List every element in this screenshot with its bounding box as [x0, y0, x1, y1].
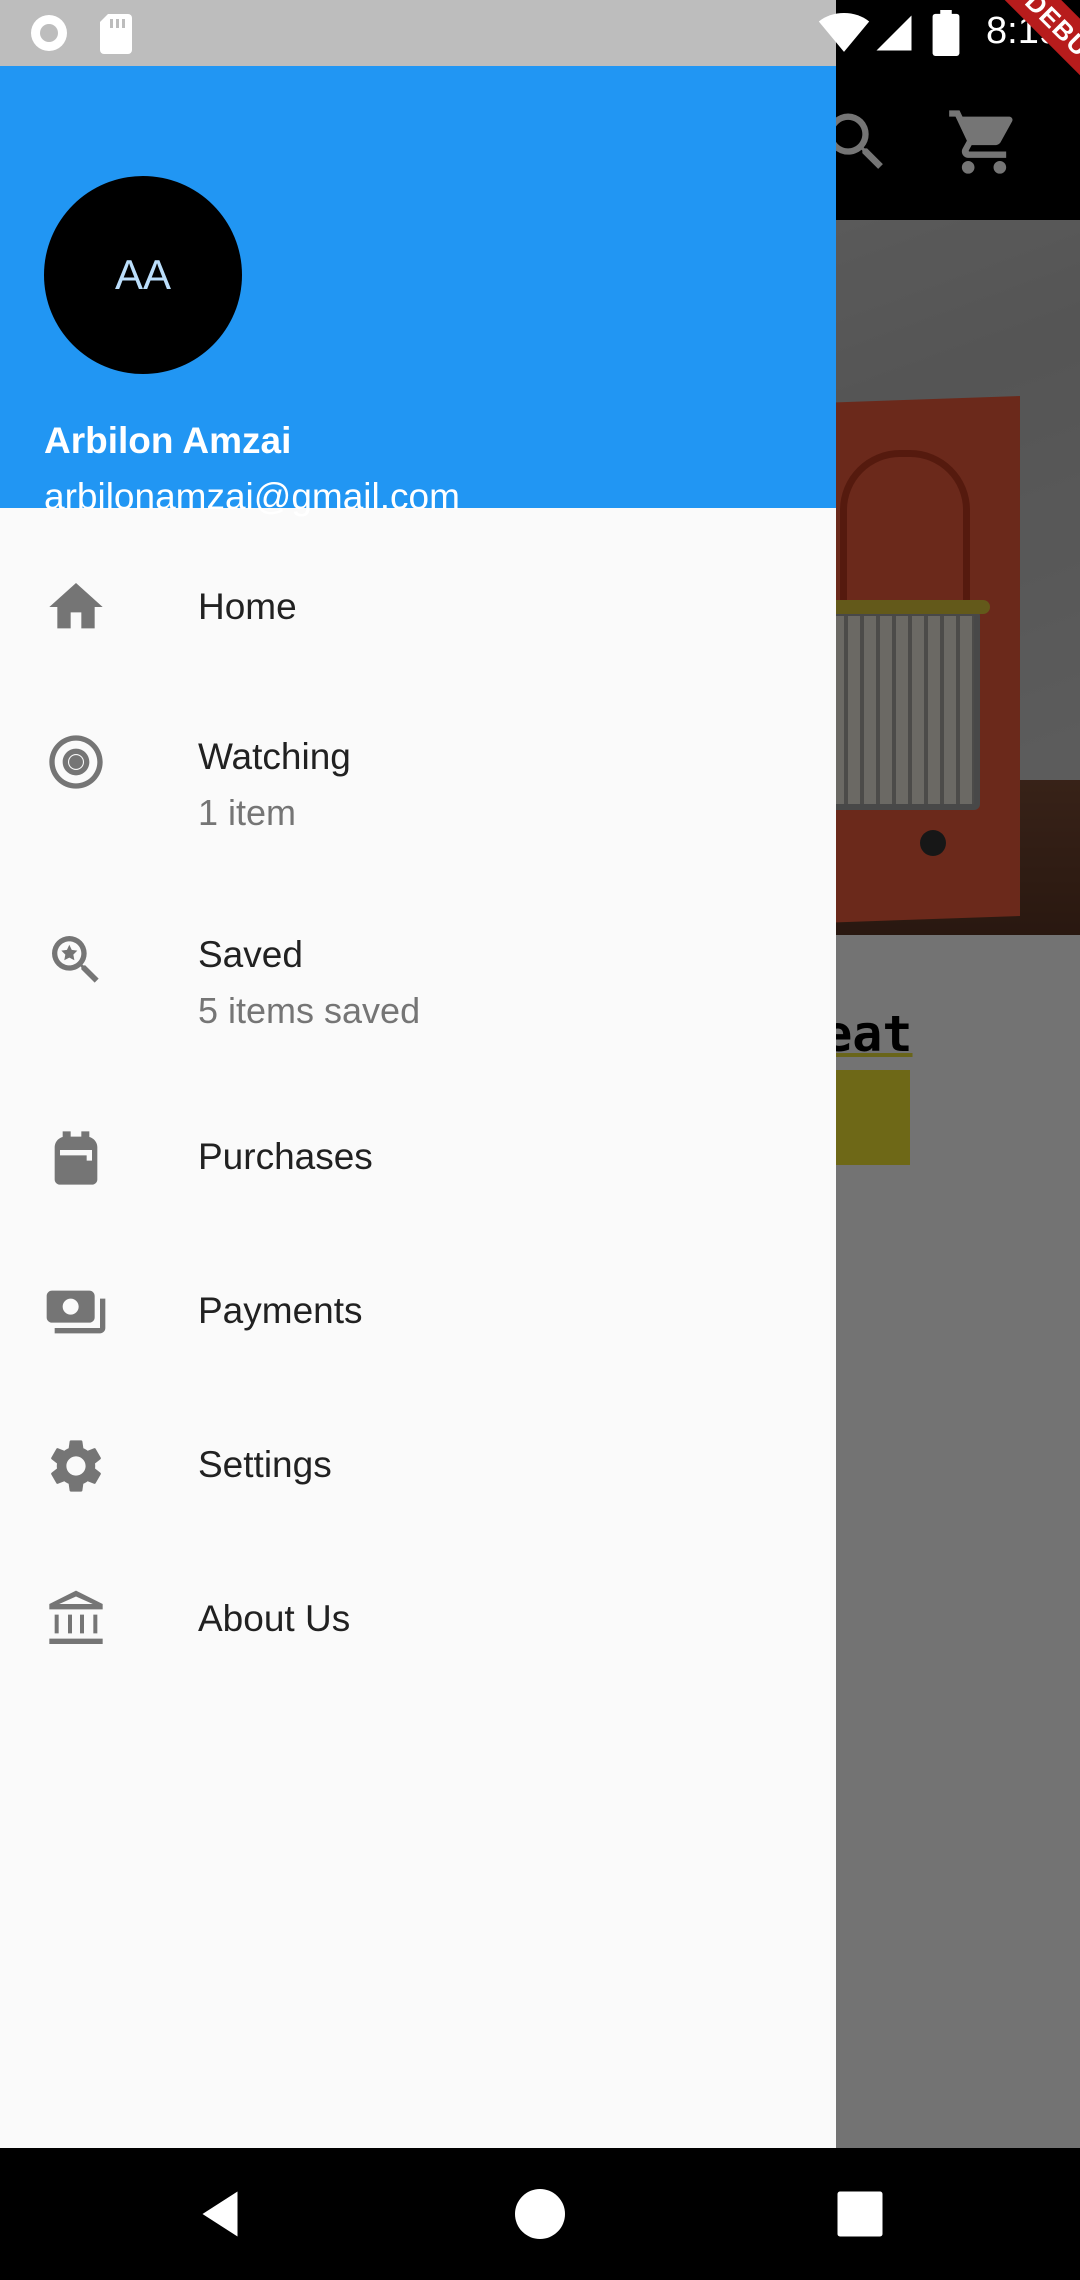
- payments-icon: [46, 1290, 106, 1334]
- avatar[interactable]: AA: [44, 176, 242, 374]
- notification-dot-icon: [31, 15, 67, 51]
- wifi-icon: [818, 13, 870, 52]
- signal-icon: [876, 15, 912, 51]
- account-email: arbilonamzai@gmail.com: [44, 476, 460, 517]
- drawer-item-home[interactable]: Home: [0, 530, 836, 684]
- recents-icon[interactable]: [830, 2184, 890, 2244]
- drawer-item-label: Purchases: [198, 1136, 373, 1177]
- drawer-item-settings[interactable]: Settings: [0, 1388, 836, 1542]
- saved-search-icon: [52, 936, 99, 983]
- drawer-item-label: Payments: [198, 1290, 363, 1331]
- drawer-item-about-us[interactable]: About Us: [0, 1542, 836, 1696]
- drawer-item-label: Home: [198, 586, 297, 627]
- watching-icon: [49, 735, 103, 789]
- drawer-header: AA Arbilon Amzai arbilonamzai@gmail.com: [0, 66, 836, 517]
- drawer-item-label: Watching: [198, 736, 351, 777]
- navigation-drawer: AA Arbilon Amzai arbilonamzai@gmail.com …: [0, 0, 836, 2148]
- about-us-icon: [49, 1590, 103, 1644]
- home-icon: [49, 583, 103, 629]
- sd-card-icon: [100, 14, 132, 54]
- system-nav-bar: [0, 2148, 1080, 2280]
- drawer-item-subtitle: 5 items saved: [198, 990, 421, 1031]
- battery-icon: [932, 10, 960, 56]
- drawer-item-purchases[interactable]: Purchases: [0, 1080, 836, 1234]
- status-bar: 8:19: [0, 0, 1080, 66]
- drawer-item-subtitle: 1 item: [198, 792, 297, 833]
- settings-icon: [51, 1440, 101, 1492]
- drawer-item-watching[interactable]: Watching 1 item: [0, 684, 836, 880]
- drawer-item-label: About Us: [198, 1598, 351, 1639]
- back-icon[interactable]: [190, 2184, 250, 2244]
- account-name: Arbilon Amzai: [44, 420, 292, 461]
- drawer-item-label: Settings: [198, 1444, 332, 1485]
- drawer-item-payments[interactable]: Payments: [0, 1234, 836, 1388]
- purchases-icon: [54, 1131, 98, 1185]
- drawer-item-label: Saved: [198, 934, 303, 975]
- drawer-item-saved[interactable]: Saved 5 items saved: [0, 880, 836, 1080]
- home-button-icon[interactable]: [510, 2184, 570, 2244]
